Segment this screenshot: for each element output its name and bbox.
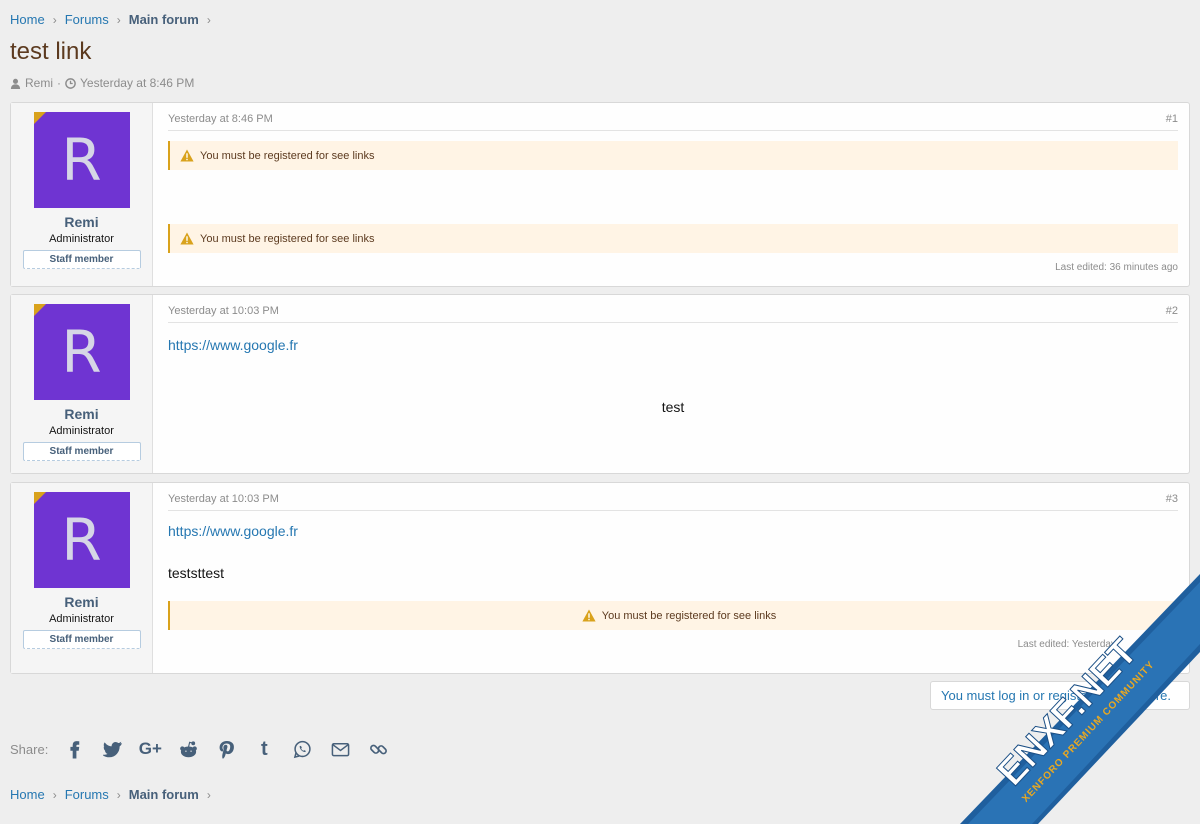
avatar[interactable]: R xyxy=(33,112,130,208)
post-permalink[interactable]: #1 xyxy=(1166,113,1178,125)
avatar[interactable]: R xyxy=(33,492,130,588)
google-plus-icon[interactable]: G+ xyxy=(138,738,162,760)
username-link[interactable]: Remi xyxy=(64,406,98,422)
chevron-right-icon: › xyxy=(116,12,121,27)
avatar-corner-badge xyxy=(33,304,46,316)
reddit-icon[interactable] xyxy=(176,738,200,760)
whatsapp-icon[interactable] xyxy=(290,738,314,760)
breadcrumb-bottom: Home › Forums › Main forum › xyxy=(10,787,219,802)
user-title: Administrator xyxy=(49,425,114,437)
post-user-cell: R Remi Administrator Staff member xyxy=(11,295,153,473)
post-user-cell: R Remi Administrator Staff member xyxy=(11,483,153,673)
post-permalink[interactable]: #2 xyxy=(1166,305,1178,317)
breadcrumb-top: Home › Forums › Main forum › xyxy=(10,12,219,27)
breadcrumb-home[interactable]: Home xyxy=(10,12,45,27)
tumblr-glyph: t xyxy=(260,737,268,760)
staff-banner: Staff member xyxy=(22,442,141,461)
username-link[interactable]: Remi xyxy=(64,594,98,610)
thread-date-link[interactable]: Yesterday at 8:46 PM xyxy=(80,76,194,90)
post-header: Yesterday at 8:46 PM #1 xyxy=(168,113,1178,131)
notice-text: You must be registered for see links xyxy=(200,232,375,245)
chevron-right-icon: › xyxy=(116,787,121,802)
post-header: Yesterday at 10:03 PM #2 xyxy=(168,305,1178,323)
post-header: Yesterday at 10:03 PM #3 xyxy=(168,493,1178,511)
avatar-letter: R xyxy=(61,126,102,194)
breadcrumb-forums[interactable]: Forums xyxy=(65,787,109,802)
staff-banner: Staff member xyxy=(22,630,141,649)
breadcrumb-home[interactable]: Home xyxy=(10,787,45,802)
avatar-letter: R xyxy=(61,506,102,574)
notice-text: You must be registered for see links xyxy=(200,149,375,162)
avatar-letter: R xyxy=(61,318,102,386)
google-link[interactable]: https://www.google.fr xyxy=(168,523,1178,539)
meta-separator: · xyxy=(57,76,62,90)
post-text: test xyxy=(661,399,685,415)
avatar[interactable]: R xyxy=(33,304,130,400)
registration-notice: You must be registered for see links xyxy=(168,224,1178,253)
user-title: Administrator xyxy=(49,613,114,625)
chevron-right-icon: › xyxy=(52,12,57,27)
warning-icon xyxy=(582,609,596,622)
share-bar: Share: G+ t xyxy=(10,738,404,760)
username-link[interactable]: Remi xyxy=(64,214,98,230)
google-link[interactable]: https://www.google.fr xyxy=(168,337,1178,353)
clock-icon xyxy=(65,77,76,89)
user-icon xyxy=(10,78,21,89)
post-permalink[interactable]: #3 xyxy=(1166,493,1178,505)
staff-banner: Staff member xyxy=(22,250,141,269)
breadcrumb-main-forum[interactable]: Main forum xyxy=(129,12,199,27)
chevron-right-icon: › xyxy=(52,787,57,802)
twitter-icon[interactable] xyxy=(100,738,124,760)
registration-notice: You must be registered for see links xyxy=(168,141,1178,170)
post-date-link[interactable]: Yesterday at 10:03 PM xyxy=(168,305,279,317)
notice-text: You must be registered for see links xyxy=(601,609,777,622)
email-icon[interactable] xyxy=(328,738,352,760)
post-content: Yesterday at 10:03 PM #2 https://www.goo… xyxy=(153,295,1189,473)
warning-icon xyxy=(180,232,194,245)
post-date-link[interactable]: Yesterday at 10:03 PM xyxy=(168,493,279,505)
page-title: test link xyxy=(10,38,92,65)
watermark-ribbon: ENXF.NET XENFORO PREMIUM COMMUNITY xyxy=(960,574,1200,824)
tumblr-icon[interactable]: t xyxy=(252,738,276,760)
chevron-right-icon: › xyxy=(206,787,211,802)
post-content: Yesterday at 8:46 PM #1 You must be regi… xyxy=(153,103,1189,286)
post-2: R Remi Administrator Staff member Yester… xyxy=(10,294,1190,474)
post-1: R Remi Administrator Staff member Yester… xyxy=(10,102,1190,287)
share-label: Share: xyxy=(10,741,49,757)
post-date-link[interactable]: Yesterday at 8:46 PM xyxy=(168,113,273,125)
post-user-cell: R Remi Administrator Staff member xyxy=(11,103,153,286)
warning-icon xyxy=(180,149,194,162)
avatar-corner-badge xyxy=(33,492,46,504)
facebook-icon[interactable] xyxy=(62,738,86,760)
watermark: ENXF.NET XENFORO PREMIUM COMMUNITY xyxy=(960,574,1200,824)
chevron-right-icon: › xyxy=(206,12,211,27)
thread-author-link[interactable]: Remi xyxy=(25,76,53,90)
avatar-corner-badge xyxy=(33,112,46,124)
breadcrumb-forums[interactable]: Forums xyxy=(65,12,109,27)
google-plus-glyph: G+ xyxy=(138,739,162,758)
breadcrumb-main-forum[interactable]: Main forum xyxy=(129,787,199,802)
link-icon[interactable] xyxy=(366,738,390,760)
thread-meta: Remi · Yesterday at 8:46 PM xyxy=(10,76,194,90)
user-title: Administrator xyxy=(49,233,114,245)
pinterest-icon[interactable] xyxy=(214,738,238,760)
last-edited: Last edited: 36 minutes ago xyxy=(1055,262,1178,273)
